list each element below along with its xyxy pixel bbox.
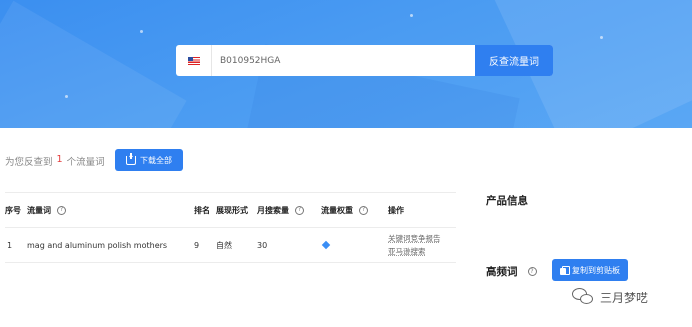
hero-sparkle <box>65 95 68 98</box>
header-operation: 操作 <box>388 205 404 215</box>
high-frequency-words-header: 高频词 ? <box>486 264 537 279</box>
keyword-table: 序号 流量词 ? 排名 展现形式 月搜索量 ? 流量权重 ? 操作 1 mag … <box>5 192 456 263</box>
us-flag-icon <box>187 56 200 65</box>
header-index: 序号 <box>5 205 21 215</box>
help-icon[interactable]: ? <box>359 205 368 215</box>
product-info-title: 产品信息 <box>486 195 528 207</box>
row-index: 1 <box>7 240 13 250</box>
summary-suffix: 个流量词 <box>66 157 105 168</box>
hero-sparkle <box>410 14 413 17</box>
header-weight-label: 流量权重 <box>321 205 353 215</box>
marketplace-selector[interactable] <box>176 45 212 76</box>
row-monthly-volume: 30 <box>257 240 268 250</box>
amazon-search-link[interactable]: 亚马逊搜索 <box>388 246 426 257</box>
hero-sparkle <box>600 36 603 39</box>
header-keyword-label: 流量词 <box>27 205 51 215</box>
header-volume-label: 月搜索量 <box>257 205 289 215</box>
hero-banner: 反查流量词 <box>0 0 692 128</box>
row-rank: 9 <box>194 240 200 250</box>
keyword-competition-report-link[interactable]: 关键词竞争报告 <box>388 233 441 244</box>
asin-search-bar: 反查流量词 <box>176 45 553 76</box>
reverse-lookup-button[interactable]: 反查流量词 <box>475 45 553 76</box>
header-keyword[interactable]: 流量词 ? <box>27 193 66 227</box>
table-row: 1 mag and aluminum polish mothers 9 自然 3… <box>5 228 456 262</box>
watermark-text: 三月梦呓 <box>600 290 649 305</box>
download-all-button[interactable]: 下载全部 <box>115 149 183 171</box>
asin-search-input[interactable] <box>212 45 475 76</box>
hero-decoration <box>0 0 187 128</box>
row-display-form: 自然 <box>216 240 232 250</box>
diamond-icon <box>321 240 331 250</box>
table-divider <box>5 262 456 263</box>
header-monthly-volume[interactable]: 月搜索量 ? <box>257 193 304 227</box>
row-traffic-weight <box>321 228 331 262</box>
result-summary: 为您反查到 1 个流量词 <box>5 154 105 168</box>
help-icon[interactable]: ? <box>57 205 66 215</box>
download-icon <box>126 152 136 165</box>
copy-label: 复制到剪贴板 <box>572 265 620 275</box>
copy-icon <box>560 265 570 275</box>
header-display-form: 展现形式 <box>216 205 248 215</box>
download-all-label: 下载全部 <box>140 155 172 165</box>
summary-prefix: 为您反查到 <box>5 157 53 168</box>
wechat-watermark: 三月梦呓 <box>572 288 648 306</box>
high-frequency-title: 高频词 <box>486 266 518 278</box>
wechat-icon <box>572 288 594 306</box>
hero-sparkle <box>140 30 143 33</box>
copy-to-clipboard-button[interactable]: 复制到剪贴板 <box>552 259 628 281</box>
header-traffic-weight[interactable]: 流量权重 ? <box>321 193 368 227</box>
row-keyword: mag and aluminum polish mothers <box>27 240 168 250</box>
help-icon[interactable]: ? <box>527 267 537 276</box>
table-header: 序号 流量词 ? 排名 展现形式 月搜索量 ? 流量权重 ? 操作 <box>5 193 456 227</box>
header-rank[interactable]: 排名 <box>194 193 210 227</box>
result-count: 1 <box>56 154 63 165</box>
help-icon[interactable]: ? <box>295 205 304 215</box>
row-operations: 关键词竞争报告 亚马逊搜索 <box>388 228 441 262</box>
